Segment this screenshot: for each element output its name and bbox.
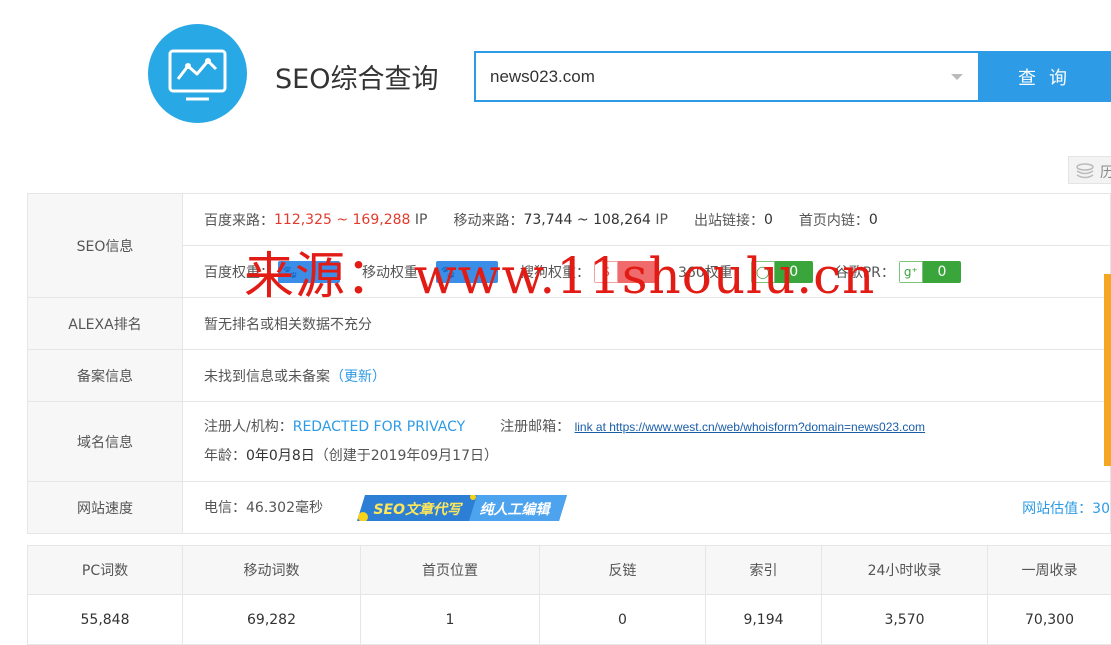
outbound-label: 出站链接： bbox=[694, 210, 764, 230]
so360-weight-badge[interactable]: ◯ 0 bbox=[751, 261, 813, 283]
history-button[interactable]: 历 bbox=[1068, 156, 1111, 184]
page-title: SEO综合查询 bbox=[275, 57, 438, 96]
age-value: 0年0月8日 bbox=[246, 448, 315, 464]
google-plus-icon: g⁺ bbox=[899, 261, 923, 283]
mobile-weight-value bbox=[460, 261, 498, 283]
stats-value-row: 55,848 69,282 1 0 9,194 3,570 70,300 bbox=[28, 595, 1111, 645]
stats-header: 首页位置 bbox=[361, 546, 540, 595]
google-pr-value: 0 bbox=[923, 261, 961, 283]
stack-icon bbox=[1075, 161, 1095, 181]
sogou-weight-label: 搜狗权重： bbox=[520, 262, 590, 282]
seo-traffic-row: 百度来路： 112,325 ~ 169,288 IP 移动来路： 73,744 … bbox=[183, 194, 1110, 245]
google-pr-label: 谷歌PR： bbox=[835, 262, 895, 282]
baidu-traffic-label: 百度来路： bbox=[204, 210, 274, 230]
chevron-down-icon[interactable] bbox=[951, 74, 963, 80]
mobile-traffic-value: 73,744 ~ 108,264 bbox=[523, 212, 651, 228]
stats-header-row: PC词数 移动词数 首页位置 反链 索引 24小时收录 一周收录 bbox=[28, 546, 1111, 595]
speed-value: 电信：46.302毫秒 bbox=[204, 500, 323, 516]
seo-weight-row: 百度权重： 🐾 移动权重： 🐾 搜狗权重： S 360权重： bbox=[183, 245, 1110, 297]
alexa-label: ALEXA排名 bbox=[28, 298, 183, 350]
so360-weight-value: 0 bbox=[775, 261, 813, 283]
registrant-value[interactable]: REDACTED FOR PRIVACY bbox=[293, 419, 465, 435]
age-label: 年龄： bbox=[204, 448, 246, 464]
registrant-label: 注册人/机构： bbox=[204, 419, 293, 435]
seo-info-table: SEO信息 百度来路： 112,325 ~ 169,288 IP 移动来路： 7… bbox=[27, 193, 1111, 534]
mobile-weight-label: 移动权重： bbox=[362, 262, 432, 282]
ip-unit: IP bbox=[655, 212, 668, 228]
banner-text-primary: SEO文章代写 bbox=[373, 499, 461, 519]
baidu-traffic-value: 112,325 ~ 169,288 bbox=[274, 212, 410, 228]
stats-value[interactable]: 70,300 bbox=[988, 595, 1111, 645]
stats-header: PC词数 bbox=[28, 546, 183, 595]
outbound-value: 0 bbox=[764, 212, 773, 228]
inner-link-label: 首页内链： bbox=[799, 210, 869, 230]
so360-icon: ◯ bbox=[751, 261, 775, 283]
stats-value[interactable]: 55,848 bbox=[28, 595, 183, 645]
stats-header: 移动词数 bbox=[183, 546, 361, 595]
stats-header: 索引 bbox=[706, 546, 822, 595]
so360-weight-label: 360权重： bbox=[678, 262, 747, 282]
site-valuation-link[interactable]: 网站估值：30 bbox=[1022, 482, 1110, 533]
stats-header: 24小时收录 bbox=[822, 546, 988, 595]
icp-label: 备案信息 bbox=[28, 350, 183, 402]
mobile-traffic-label: 移动来路： bbox=[453, 210, 523, 230]
side-float-tab[interactable] bbox=[1104, 274, 1111, 466]
stats-value[interactable]: 9,194 bbox=[706, 595, 822, 645]
search-box[interactable] bbox=[474, 51, 978, 102]
speed-label: 网站速度 bbox=[28, 482, 183, 534]
stats-value[interactable]: 0 bbox=[540, 595, 706, 645]
email-label: 注册邮箱： bbox=[500, 419, 570, 435]
google-pr-badge[interactable]: g⁺ 0 bbox=[899, 261, 961, 283]
baidu-weight-badge[interactable]: 🐾 bbox=[278, 261, 340, 283]
monitor-chart-icon bbox=[148, 24, 247, 123]
mobile-weight-badge[interactable]: 🐾 bbox=[436, 261, 498, 283]
sogou-weight-value bbox=[618, 261, 656, 283]
icp-update-link[interactable]: （更新） bbox=[330, 369, 386, 385]
sogou-weight-badge[interactable]: S bbox=[594, 261, 656, 283]
seo-writing-ad-banner[interactable]: SEO文章代写 纯人工编辑 bbox=[357, 495, 567, 521]
ip-unit: IP bbox=[415, 212, 428, 228]
icp-value: 未找到信息或未备案 bbox=[204, 369, 330, 385]
stats-value[interactable]: 3,570 bbox=[822, 595, 988, 645]
keyword-stats-table: PC词数 移动词数 首页位置 反链 索引 24小时收录 一周收录 55,848 … bbox=[27, 545, 1111, 645]
search-button[interactable]: 查 询 bbox=[978, 51, 1111, 102]
search-input[interactable] bbox=[490, 65, 930, 89]
site-logo bbox=[148, 24, 247, 123]
created-date: （创建于2019年09月17日） bbox=[315, 448, 498, 464]
alexa-value: 暂无排名或相关数据不充分 bbox=[183, 314, 1110, 334]
stats-value[interactable]: 69,282 bbox=[183, 595, 361, 645]
banner-text-secondary: 纯人工编辑 bbox=[479, 499, 549, 519]
history-label: 历 bbox=[1100, 162, 1111, 182]
sogou-icon: S bbox=[594, 261, 618, 283]
stats-header: 一周收录 bbox=[988, 546, 1111, 595]
baidu-weight-value bbox=[302, 261, 340, 283]
baidu-weight-label: 百度权重： bbox=[204, 262, 274, 282]
paw-icon: 🐾 bbox=[436, 261, 460, 283]
stats-header: 反链 bbox=[540, 546, 706, 595]
domain-label: 域名信息 bbox=[28, 402, 183, 482]
inner-link-value: 0 bbox=[869, 212, 878, 228]
stats-value[interactable]: 1 bbox=[361, 595, 540, 645]
paw-icon: 🐾 bbox=[278, 261, 302, 283]
whois-link[interactable]: link at https://www.west.cn/web/whoisfor… bbox=[575, 420, 926, 434]
seo-info-label: SEO信息 bbox=[28, 194, 183, 298]
